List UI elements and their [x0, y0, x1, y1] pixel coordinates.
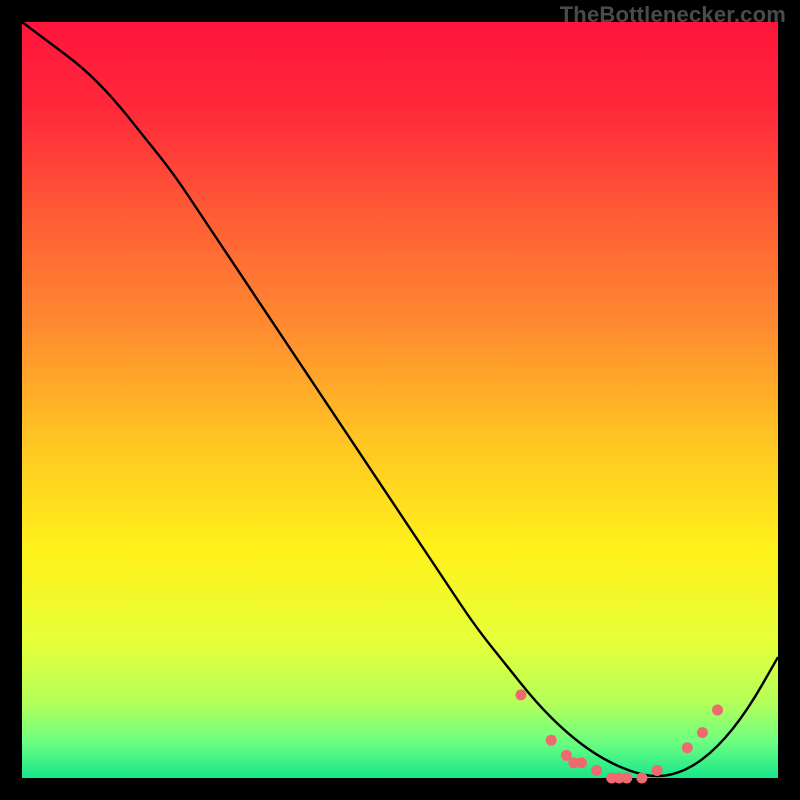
chart-frame: TheBottlenecker.com — [0, 0, 800, 800]
marker-point — [636, 773, 647, 784]
marker-point — [712, 704, 723, 715]
marker-point — [515, 689, 526, 700]
marker-point — [621, 773, 632, 784]
marker-point — [591, 765, 602, 776]
plot-background — [22, 22, 778, 778]
marker-point — [546, 735, 557, 746]
marker-point — [576, 757, 587, 768]
marker-point — [682, 742, 693, 753]
marker-point — [697, 727, 708, 738]
marker-point — [652, 765, 663, 776]
bottleneck-chart — [0, 0, 800, 800]
